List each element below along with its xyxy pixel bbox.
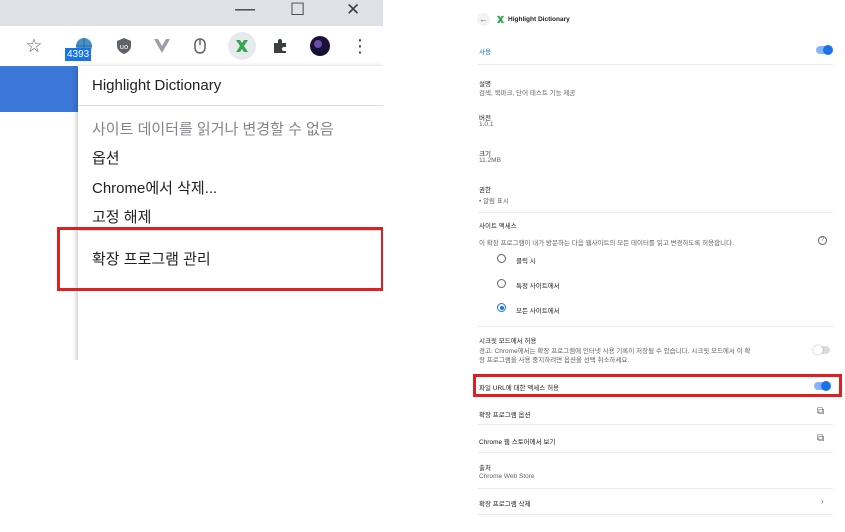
- incognito-toggle[interactable]: [813, 345, 830, 355]
- browser-window: — ☐ ✕ ☆ uo ⋮ 4393 Highlight Dictionary 사…: [0, 0, 383, 360]
- source-label: 출처: [479, 465, 491, 472]
- radio-label-specific-sites: 특정 사이트에서: [516, 283, 560, 290]
- open-external-icon[interactable]: ⧉: [817, 433, 824, 444]
- site-access-description: 이 확장 프로그램이 내가 방문하는 다음 웹사이트의 모든 데이터를 읽고 변…: [479, 240, 734, 247]
- extensions-puzzle-icon[interactable]: [268, 34, 292, 58]
- radio-specific-sites[interactable]: [497, 279, 506, 288]
- divider: [478, 452, 833, 453]
- highlight-box: [57, 227, 383, 291]
- menu-title[interactable]: Highlight Dictionary: [92, 77, 221, 94]
- toggle-knob: [823, 45, 833, 55]
- divider: [478, 212, 833, 213]
- web-store-label[interactable]: Chrome 웹 스토어에서 보기: [479, 436, 555, 446]
- source-value: Chrome Web Store: [479, 473, 535, 480]
- profile-avatar[interactable]: [308, 34, 332, 58]
- radio-label-on-click: 클릭 시: [516, 258, 536, 265]
- menu-item-options[interactable]: 옵션: [92, 147, 120, 168]
- back-arrow-icon[interactable]: ←: [477, 13, 490, 26]
- divider: [478, 514, 833, 515]
- enable-toggle[interactable]: [816, 45, 833, 55]
- svg-text:uo: uo: [120, 43, 129, 51]
- mouse-extension-icon[interactable]: [188, 34, 212, 58]
- toggle-knob: [813, 345, 823, 355]
- radio-on-click[interactable]: [497, 254, 506, 263]
- radio-label-all-sites: 모든 사이트에서: [516, 308, 560, 315]
- extension-options-label[interactable]: 확장 프로그램 옵션: [479, 409, 530, 419]
- menu-item-site-access: 사이트 데이터를 읽거나 변경할 수 없음: [92, 121, 334, 138]
- permissions-label: 권한: [479, 187, 491, 194]
- divider: [478, 424, 833, 425]
- ublock-shield-icon[interactable]: uo: [112, 34, 136, 58]
- extension-details-page: ← Highlight Dictionary 사용 설명 검색, 북마크, 단어…: [468, 0, 845, 532]
- help-icon[interactable]: ?: [818, 236, 827, 245]
- vue-devtools-icon[interactable]: [150, 34, 174, 58]
- extension-context-menu: Highlight Dictionary 사이트 데이터를 읽거나 변경할 수 …: [78, 66, 383, 360]
- divider: [478, 326, 833, 327]
- site-access-label: 사이트 액세스: [479, 223, 517, 230]
- chevron-right-icon[interactable]: ›: [821, 497, 824, 506]
- more-menu-icon[interactable]: ⋮: [348, 34, 372, 58]
- radio-all-sites[interactable]: [497, 303, 506, 312]
- page-title: Highlight Dictionary: [508, 16, 570, 23]
- divider: [478, 488, 833, 489]
- bookmark-star-icon[interactable]: ☆: [22, 34, 46, 58]
- extension-badge: 4393: [65, 48, 92, 61]
- highlight-dictionary-icon[interactable]: [228, 32, 256, 60]
- permissions-value: • 알림 표시: [479, 198, 509, 205]
- extension-logo-icon: [495, 14, 506, 27]
- title-bar: — ☐ ✕: [0, 0, 383, 26]
- incognito-label: 시크릿 모드에서 허용: [479, 338, 537, 345]
- open-external-icon[interactable]: ⧉: [817, 406, 824, 417]
- highlight-box: [473, 374, 842, 397]
- menu-item-unpin[interactable]: 고정 해제: [92, 206, 151, 227]
- on-label: 사용: [479, 49, 491, 56]
- incognito-warning: 장 프로그램을 사용 중지하려면 옵션을 선택 취소하세요.: [479, 357, 630, 364]
- divider: [478, 64, 833, 65]
- restore-button[interactable]: ☐: [290, 0, 305, 20]
- version-value: 1.0.1: [479, 121, 494, 128]
- remove-extension-label[interactable]: 확장 프로그램 삭제: [479, 498, 530, 508]
- description-value: 검색, 북마크, 단어 테스트 기능 제공: [479, 90, 576, 97]
- minimize-button[interactable]: —: [235, 0, 255, 21]
- browser-toolbar: ☆ uo ⋮: [0, 26, 383, 66]
- menu-divider: [78, 105, 383, 106]
- close-button[interactable]: ✕: [346, 0, 360, 20]
- page-header-bar: [0, 66, 80, 112]
- menu-item-remove[interactable]: Chrome에서 삭제...: [92, 177, 217, 198]
- size-value: 11.2MB: [479, 157, 501, 164]
